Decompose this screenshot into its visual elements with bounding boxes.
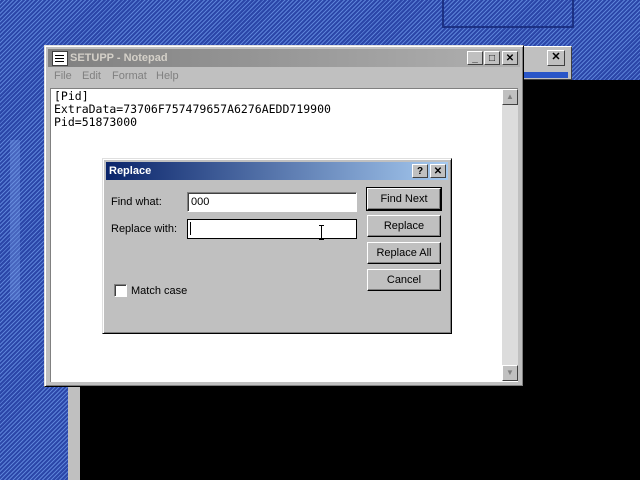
menu-edit[interactable]: Edit	[82, 70, 101, 82]
notepad-close-button[interactable]: ✕	[502, 51, 518, 65]
notepad-icon[interactable]	[52, 51, 68, 66]
find-what-input[interactable]	[187, 192, 357, 212]
background-window-titlebar	[522, 72, 568, 78]
replace-all-button[interactable]: Replace All	[367, 242, 441, 264]
dialog-close-button[interactable]: ✕	[430, 164, 446, 178]
desktop-window-outline	[442, 0, 574, 28]
find-next-button[interactable]: Find Next	[366, 187, 442, 211]
menu-file[interactable]: File	[54, 70, 72, 82]
ibeam-cursor-icon	[319, 225, 325, 240]
text-line: [Pid]	[54, 89, 89, 103]
replace-dialog-title: Replace	[109, 165, 152, 177]
help-button[interactable]: ?	[412, 164, 428, 178]
replace-dialog-titlebar[interactable]: Replace ? ✕	[106, 162, 448, 180]
notepad-title: SETUPP - Notepad	[70, 52, 168, 64]
menu-format[interactable]: Format	[112, 70, 147, 82]
replace-with-label: Replace with:	[111, 223, 178, 235]
notepad-content: [Pid] ExtraData=73706F757479657A6276AEDD…	[54, 90, 331, 129]
replace-dialog: Replace ? ✕ Find what: Replace with: Mat…	[102, 158, 452, 334]
scroll-up-arrow-icon[interactable]: ▲	[502, 89, 518, 105]
notepad-menubar: File Edit Format Help	[48, 68, 520, 86]
cancel-button[interactable]: Cancel	[367, 269, 441, 291]
find-what-label: Find what:	[111, 196, 162, 208]
maximize-button[interactable]: □	[484, 51, 500, 65]
vertical-scrollbar[interactable]: ▲ ▼	[502, 89, 518, 381]
text-line: ExtraData=73706F757479657A6276AEDD719900	[54, 102, 331, 116]
console-window-edge	[68, 380, 80, 480]
menu-help[interactable]: Help	[156, 70, 179, 82]
notepad-titlebar[interactable]: SETUPP - Notepad _ □ ✕	[48, 49, 520, 67]
replace-with-input[interactable]	[187, 219, 357, 239]
replace-button[interactable]: Replace	[367, 215, 441, 237]
background-window-close-button[interactable]: ✕	[547, 50, 565, 66]
minimize-button[interactable]: _	[467, 51, 483, 65]
desktop-stripe	[10, 140, 20, 300]
match-case-label[interactable]: Match case	[131, 285, 187, 297]
text-line: Pid=51873000	[54, 115, 138, 129]
scroll-down-arrow-icon[interactable]: ▼	[502, 365, 518, 381]
text-caret	[190, 222, 191, 235]
match-case-checkbox[interactable]	[114, 284, 127, 297]
